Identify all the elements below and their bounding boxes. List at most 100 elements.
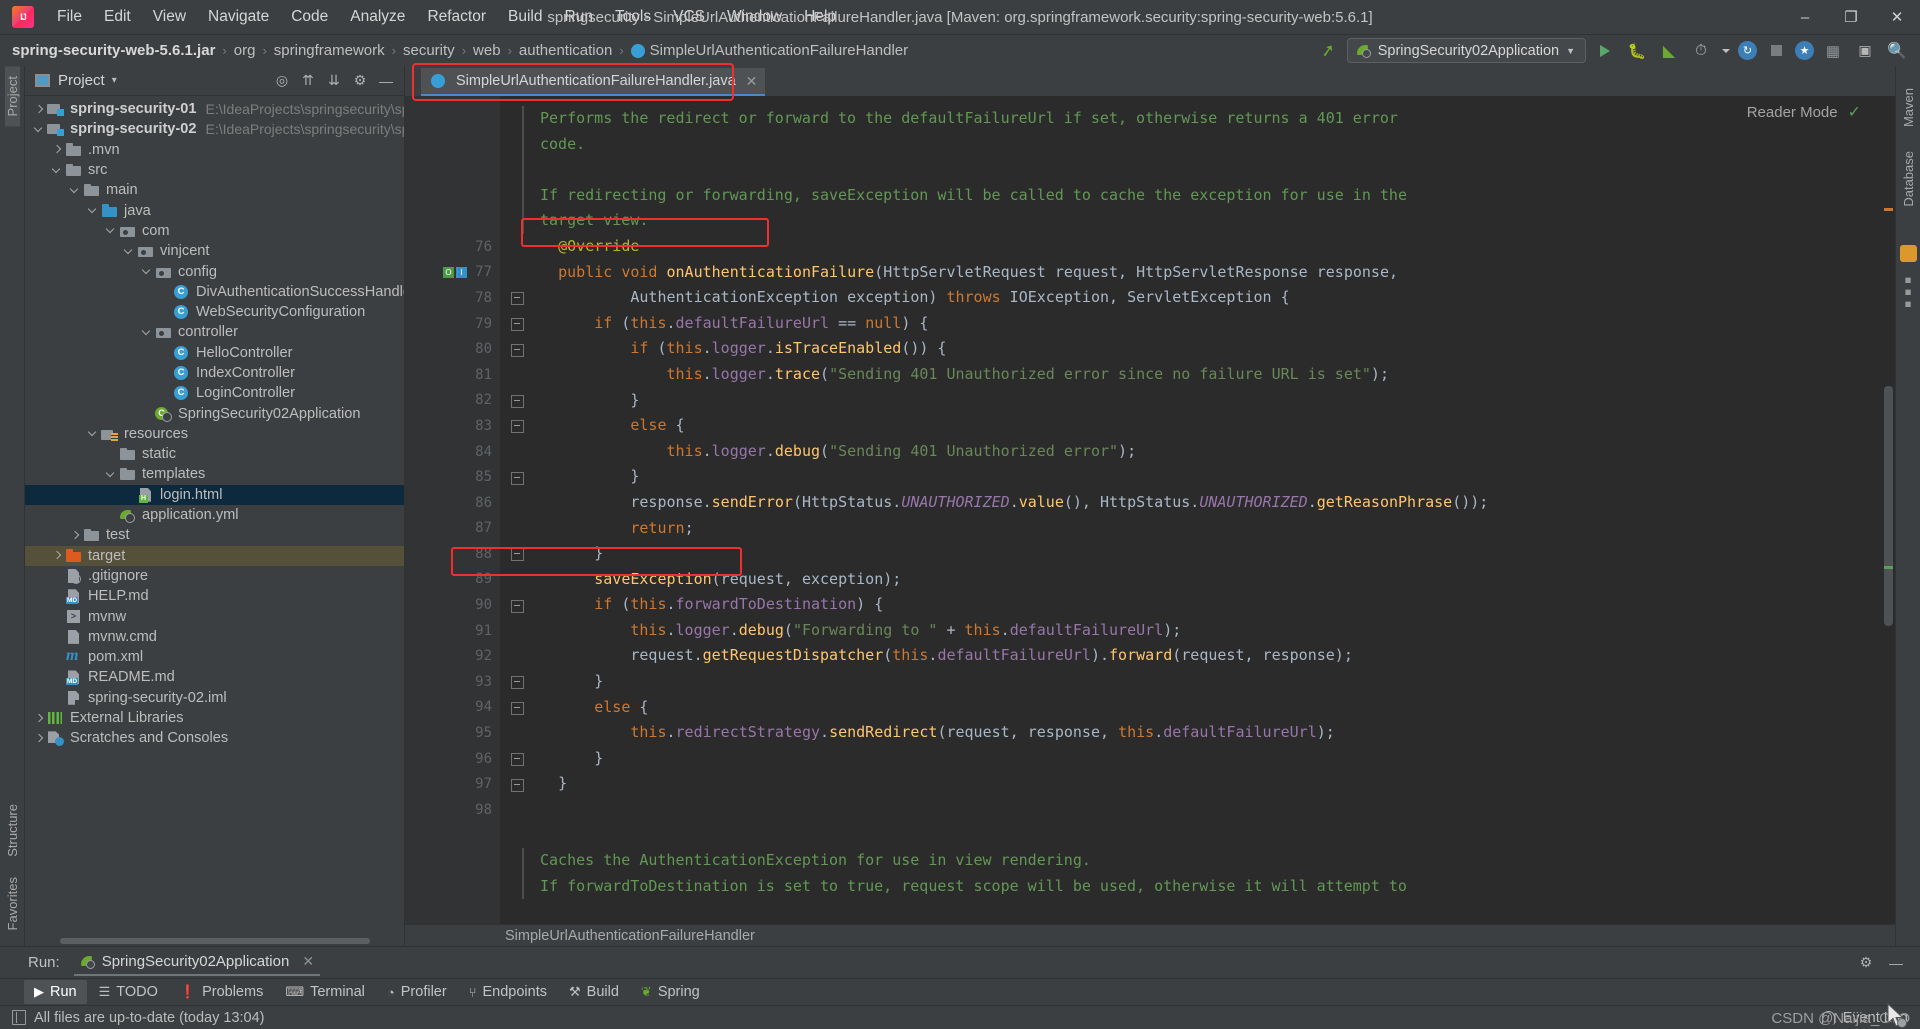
code-line-93[interactable]: } <box>500 669 1895 695</box>
tree-node-springsecurity02application[interactable]: SpringSecurity02Application <box>25 403 404 423</box>
code-line-91[interactable]: this.logger.debug("Forwarding to " + thi… <box>500 618 1895 644</box>
gutter-line-76[interactable]: 76 <box>405 234 500 260</box>
gutter-line-93[interactable]: 93 <box>405 669 524 695</box>
breadcrumb-web[interactable]: web <box>473 42 501 59</box>
gear-icon[interactable]: ⚙ <box>1854 951 1878 975</box>
close-run-tab-icon[interactable]: ✕ <box>302 953 314 970</box>
code-line-98[interactable] <box>500 797 1895 823</box>
chevron-right-icon[interactable] <box>51 143 64 156</box>
notification-badge-icon[interactable] <box>1899 244 1917 262</box>
bottom-tab-profiler[interactable]: ◔ Profiler <box>377 980 457 1004</box>
tree-node-indexcontroller[interactable]: IndexController <box>25 363 404 383</box>
code-content[interactable]: Performs the redirect or forward to the … <box>500 96 1895 924</box>
close-tab-icon[interactable]: ✕ <box>746 73 758 90</box>
editor-tab-simpleurlauthenticationfailurehandler[interactable]: SimpleUrlAuthenticationFailureHandler.ja… <box>421 68 766 96</box>
gutter-line-85[interactable]: 85 <box>405 464 524 490</box>
code-line-95[interactable]: this.redirectStrategy.sendRedirect(reque… <box>500 720 1895 746</box>
rail-project-button[interactable]: Project <box>4 66 20 127</box>
hide-panel-icon[interactable]: — <box>374 69 398 93</box>
scrollbar-thumb[interactable] <box>60 938 370 944</box>
code-line-97[interactable]: } <box>500 771 1895 797</box>
breadcrumb-org[interactable]: org <box>234 42 256 59</box>
tree-node-websecurityconfiguration[interactable]: WebSecurityConfiguration <box>25 302 404 322</box>
menu-run[interactable]: Run <box>554 4 604 30</box>
tree-node-vinjcent[interactable]: vinjcent <box>25 241 404 261</box>
code-line-94[interactable]: else { <box>500 695 1895 721</box>
override-marker-icon[interactable]: O <box>443 266 454 278</box>
run-tab-springsecurity02application[interactable]: SpringSecurity02Application ✕ <box>73 949 321 976</box>
code-line-87[interactable]: return; <box>500 516 1895 542</box>
gutter-line-92[interactable]: 92 <box>405 643 500 669</box>
bottom-tab-run[interactable]: ▶ Run <box>24 980 87 1004</box>
menu-window[interactable]: Window <box>716 4 793 30</box>
tree-node-static[interactable]: static <box>25 444 404 464</box>
gutter-line-77[interactable]: 77 O I <box>405 260 500 286</box>
tree-node-controller[interactable]: controller <box>25 322 404 342</box>
tree-node-help-md[interactable]: HELP.md <box>25 586 404 606</box>
chevron-down-icon[interactable]: ▾ <box>112 75 117 86</box>
scrollbar-thumb[interactable] <box>1884 386 1893 626</box>
gutter-line-78[interactable]: 78 <box>405 285 524 311</box>
gutter-line-84[interactable]: 84 <box>405 439 500 465</box>
menu-navigate[interactable]: Navigate <box>197 4 280 30</box>
tree-node-pom-xml[interactable]: pom.xml <box>25 647 404 667</box>
menu-edit[interactable]: Edit <box>93 4 142 30</box>
project-structure-icon[interactable]: ▦ <box>1820 38 1846 64</box>
reader-mode-indicator[interactable]: Reader Mode ✓ <box>1747 102 1861 122</box>
minimize-icon[interactable]: — <box>1884 951 1908 975</box>
bottom-tab-todo[interactable]: ☰ TODO <box>89 980 168 1004</box>
tree-node-divauthenticationsuccesshandler[interactable]: DivAuthenticationSuccessHandler <box>25 282 404 302</box>
debug-button[interactable]: 🐛 <box>1624 38 1650 64</box>
code-line-89[interactable]: saveException(request, exception); <box>500 567 1895 593</box>
search-icon[interactable]: 🔍 <box>1884 38 1910 64</box>
tree-node-spring-security-01[interactable]: spring-security-01 E:\IdeaProjects\spring… <box>25 99 404 119</box>
stop-button[interactable] <box>1763 38 1789 64</box>
gutter-line-91[interactable]: 91 <box>405 618 500 644</box>
menu-tools[interactable]: Tools <box>604 4 662 30</box>
code-line-79[interactable]: if (this.defaultFailureUrl == null) { <box>500 311 1895 337</box>
update-application-icon[interactable]: ↻ <box>1738 41 1757 60</box>
chevron-down-icon[interactable] <box>69 184 82 197</box>
tree-node-application-yml[interactable]: application.yml <box>25 505 404 525</box>
code-line-88[interactable]: } <box>500 541 1895 567</box>
menu-file[interactable]: File <box>46 4 93 30</box>
tree-node--mvn[interactable]: .mvn <box>25 140 404 160</box>
chevron-down-icon[interactable] <box>51 164 64 177</box>
minimize-button[interactable]: – <box>1782 0 1828 34</box>
bottom-tab-build[interactable]: ⚒ Build <box>559 980 629 1004</box>
gutter-line-89[interactable]: 89 <box>405 567 500 593</box>
chevron-down-icon[interactable] <box>141 265 154 278</box>
code-line-82[interactable]: } <box>500 388 1895 414</box>
code-line-85[interactable]: } <box>500 464 1895 490</box>
chevron-down-icon[interactable] <box>87 204 100 217</box>
chevron-right-icon[interactable] <box>33 712 46 725</box>
tree-node-src[interactable]: src <box>25 160 404 180</box>
gutter-line-90[interactable]: 90 <box>405 592 524 618</box>
project-tree-horizontal-scrollbar[interactable] <box>25 936 404 946</box>
tree-node-logincontroller[interactable]: LoginController <box>25 383 404 403</box>
menu-analyze[interactable]: Analyze <box>339 4 416 30</box>
code-line-80[interactable]: if (this.logger.isTraceEnabled()) { <box>500 336 1895 362</box>
code-line-90[interactable]: if (this.forwardToDestination) { <box>500 592 1895 618</box>
bottom-tab-endpoints[interactable]: ⑂ Endpoints <box>459 980 557 1004</box>
run-with-coverage-button[interactable]: ◣ <box>1656 38 1682 64</box>
menu-view[interactable]: View <box>142 4 197 30</box>
tree-node-mvnw[interactable]: mvnw <box>25 606 404 626</box>
code-line-86[interactable]: response.sendError(HttpStatus.UNAUTHORIZ… <box>500 490 1895 516</box>
toggle-tool-window-icon[interactable]: ▣ <box>1852 38 1878 64</box>
scroll-from-source-icon[interactable]: ◎ <box>270 69 294 93</box>
rail-favorites-button[interactable]: Favorites <box>5 867 20 940</box>
tree-node-readme-md[interactable]: README.md <box>25 667 404 687</box>
implement-marker-icon[interactable]: I <box>456 266 467 278</box>
settings-gear-icon[interactable]: ⚙ <box>348 69 372 93</box>
menu-build[interactable]: Build <box>497 4 553 30</box>
gutter-line-81[interactable]: 81 <box>405 362 500 388</box>
tree-node-spring-security-02-iml[interactable]: spring-security-02.iml <box>25 688 404 708</box>
code-line-76[interactable]: @Override <box>500 234 1895 260</box>
chevron-right-icon[interactable] <box>33 732 46 745</box>
close-button[interactable]: ✕ <box>1874 0 1920 34</box>
code-line-81[interactable]: this.logger.trace("Sending 401 Unauthori… <box>500 362 1895 388</box>
chevron-down-icon[interactable] <box>33 123 46 136</box>
breadcrumb-jar[interactable]: spring-security-web-5.6.1.jar <box>12 42 215 59</box>
chevron-down-icon[interactable] <box>87 427 100 440</box>
